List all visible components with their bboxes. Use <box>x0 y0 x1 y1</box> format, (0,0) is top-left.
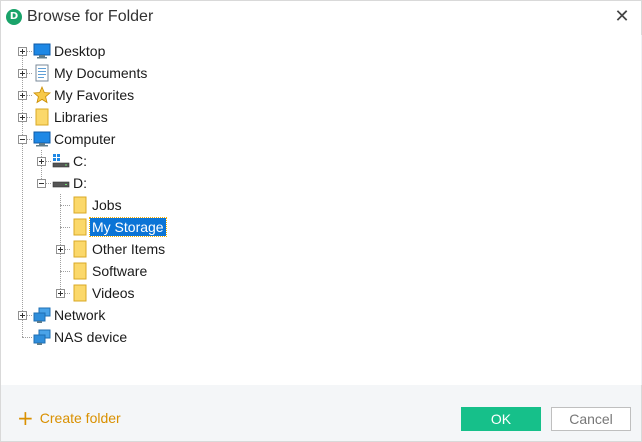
folder-icon <box>73 196 87 214</box>
browse-for-folder-dialog: D Browse for Folder ✕ Desktop My Documen… <box>0 0 642 442</box>
tree-item-label: Computer <box>54 131 116 147</box>
nas-device-icon <box>33 329 51 345</box>
app-logo-icon: D <box>6 9 22 25</box>
cancel-button[interactable]: Cancel <box>551 407 631 431</box>
tree-item-label: Network <box>54 307 106 323</box>
expand-icon[interactable] <box>18 311 27 320</box>
network-icon <box>33 307 51 323</box>
system-drive-icon <box>52 154 70 168</box>
folder-icon <box>35 108 49 126</box>
ok-button[interactable]: OK <box>461 407 541 431</box>
tree-item-label: Software <box>92 263 148 279</box>
computer-icon <box>33 131 51 147</box>
star-icon <box>33 86 51 104</box>
tree-item-label: Desktop <box>54 43 106 59</box>
expand-icon[interactable] <box>56 245 65 254</box>
folder-tree-panel[interactable]: Desktop My Documents My Favorites Librar… <box>1 35 642 385</box>
expand-icon[interactable] <box>18 113 27 122</box>
expand-icon[interactable] <box>18 69 27 78</box>
tree-item-label: C: <box>73 153 87 169</box>
tree-item-drive-d[interactable]: D: <box>1 173 301 193</box>
tree-item-network[interactable]: Network <box>1 305 301 325</box>
folder-icon <box>73 240 87 258</box>
tree-item-label: Other Items <box>92 241 166 257</box>
collapse-icon[interactable] <box>37 179 46 188</box>
create-folder-link[interactable]: + Create folder <box>17 408 121 428</box>
tree-item-drive-c[interactable]: C: <box>1 151 301 171</box>
tree-item-label: Videos <box>92 285 135 301</box>
tree-item-my-documents[interactable]: My Documents <box>1 63 301 83</box>
tree-item-libraries[interactable]: Libraries <box>1 107 301 127</box>
folder-tree: Desktop My Documents My Favorites Librar… <box>1 35 641 385</box>
folder-icon <box>73 262 87 280</box>
tree-item-label: Libraries <box>54 109 108 125</box>
expand-icon[interactable] <box>56 289 65 298</box>
dialog-footer: + Create folder OK Cancel <box>1 385 641 441</box>
desktop-icon <box>33 43 51 59</box>
tree-item-label: NAS device <box>54 329 128 345</box>
tree-item-label: My Documents <box>54 65 148 81</box>
tree-item-computer[interactable]: Computer <box>1 129 301 149</box>
tree-item-jobs[interactable]: Jobs <box>1 195 301 215</box>
document-icon <box>35 64 49 82</box>
tree-item-videos[interactable]: Videos <box>1 283 301 303</box>
drive-icon <box>52 181 70 188</box>
plus-icon: + <box>17 406 34 430</box>
tree-item-my-favorites[interactable]: My Favorites <box>1 85 301 105</box>
tree-item-nas-device[interactable]: NAS device <box>1 327 301 347</box>
tree-item-software[interactable]: Software <box>1 261 301 281</box>
create-folder-label: Create folder <box>39 410 121 426</box>
tree-item-label: D: <box>73 175 87 191</box>
expand-icon[interactable] <box>18 91 27 100</box>
close-icon[interactable]: ✕ <box>613 8 631 26</box>
expand-icon[interactable] <box>18 47 27 56</box>
tree-item-my-storage[interactable]: My Storage <box>1 217 301 237</box>
title-bar: D Browse for Folder ✕ <box>1 1 641 35</box>
tree-item-desktop[interactable]: Desktop <box>1 41 301 61</box>
folder-icon <box>73 284 87 302</box>
tree-item-label: My Favorites <box>54 87 135 103</box>
dialog-title: Browse for Folder <box>27 8 154 25</box>
folder-icon <box>73 218 87 236</box>
tree-item-label: Jobs <box>92 197 122 213</box>
collapse-icon[interactable] <box>18 135 27 144</box>
expand-icon[interactable] <box>37 157 46 166</box>
tree-item-other-items[interactable]: Other Items <box>1 239 301 259</box>
tree-item-label: My Storage <box>89 217 167 237</box>
